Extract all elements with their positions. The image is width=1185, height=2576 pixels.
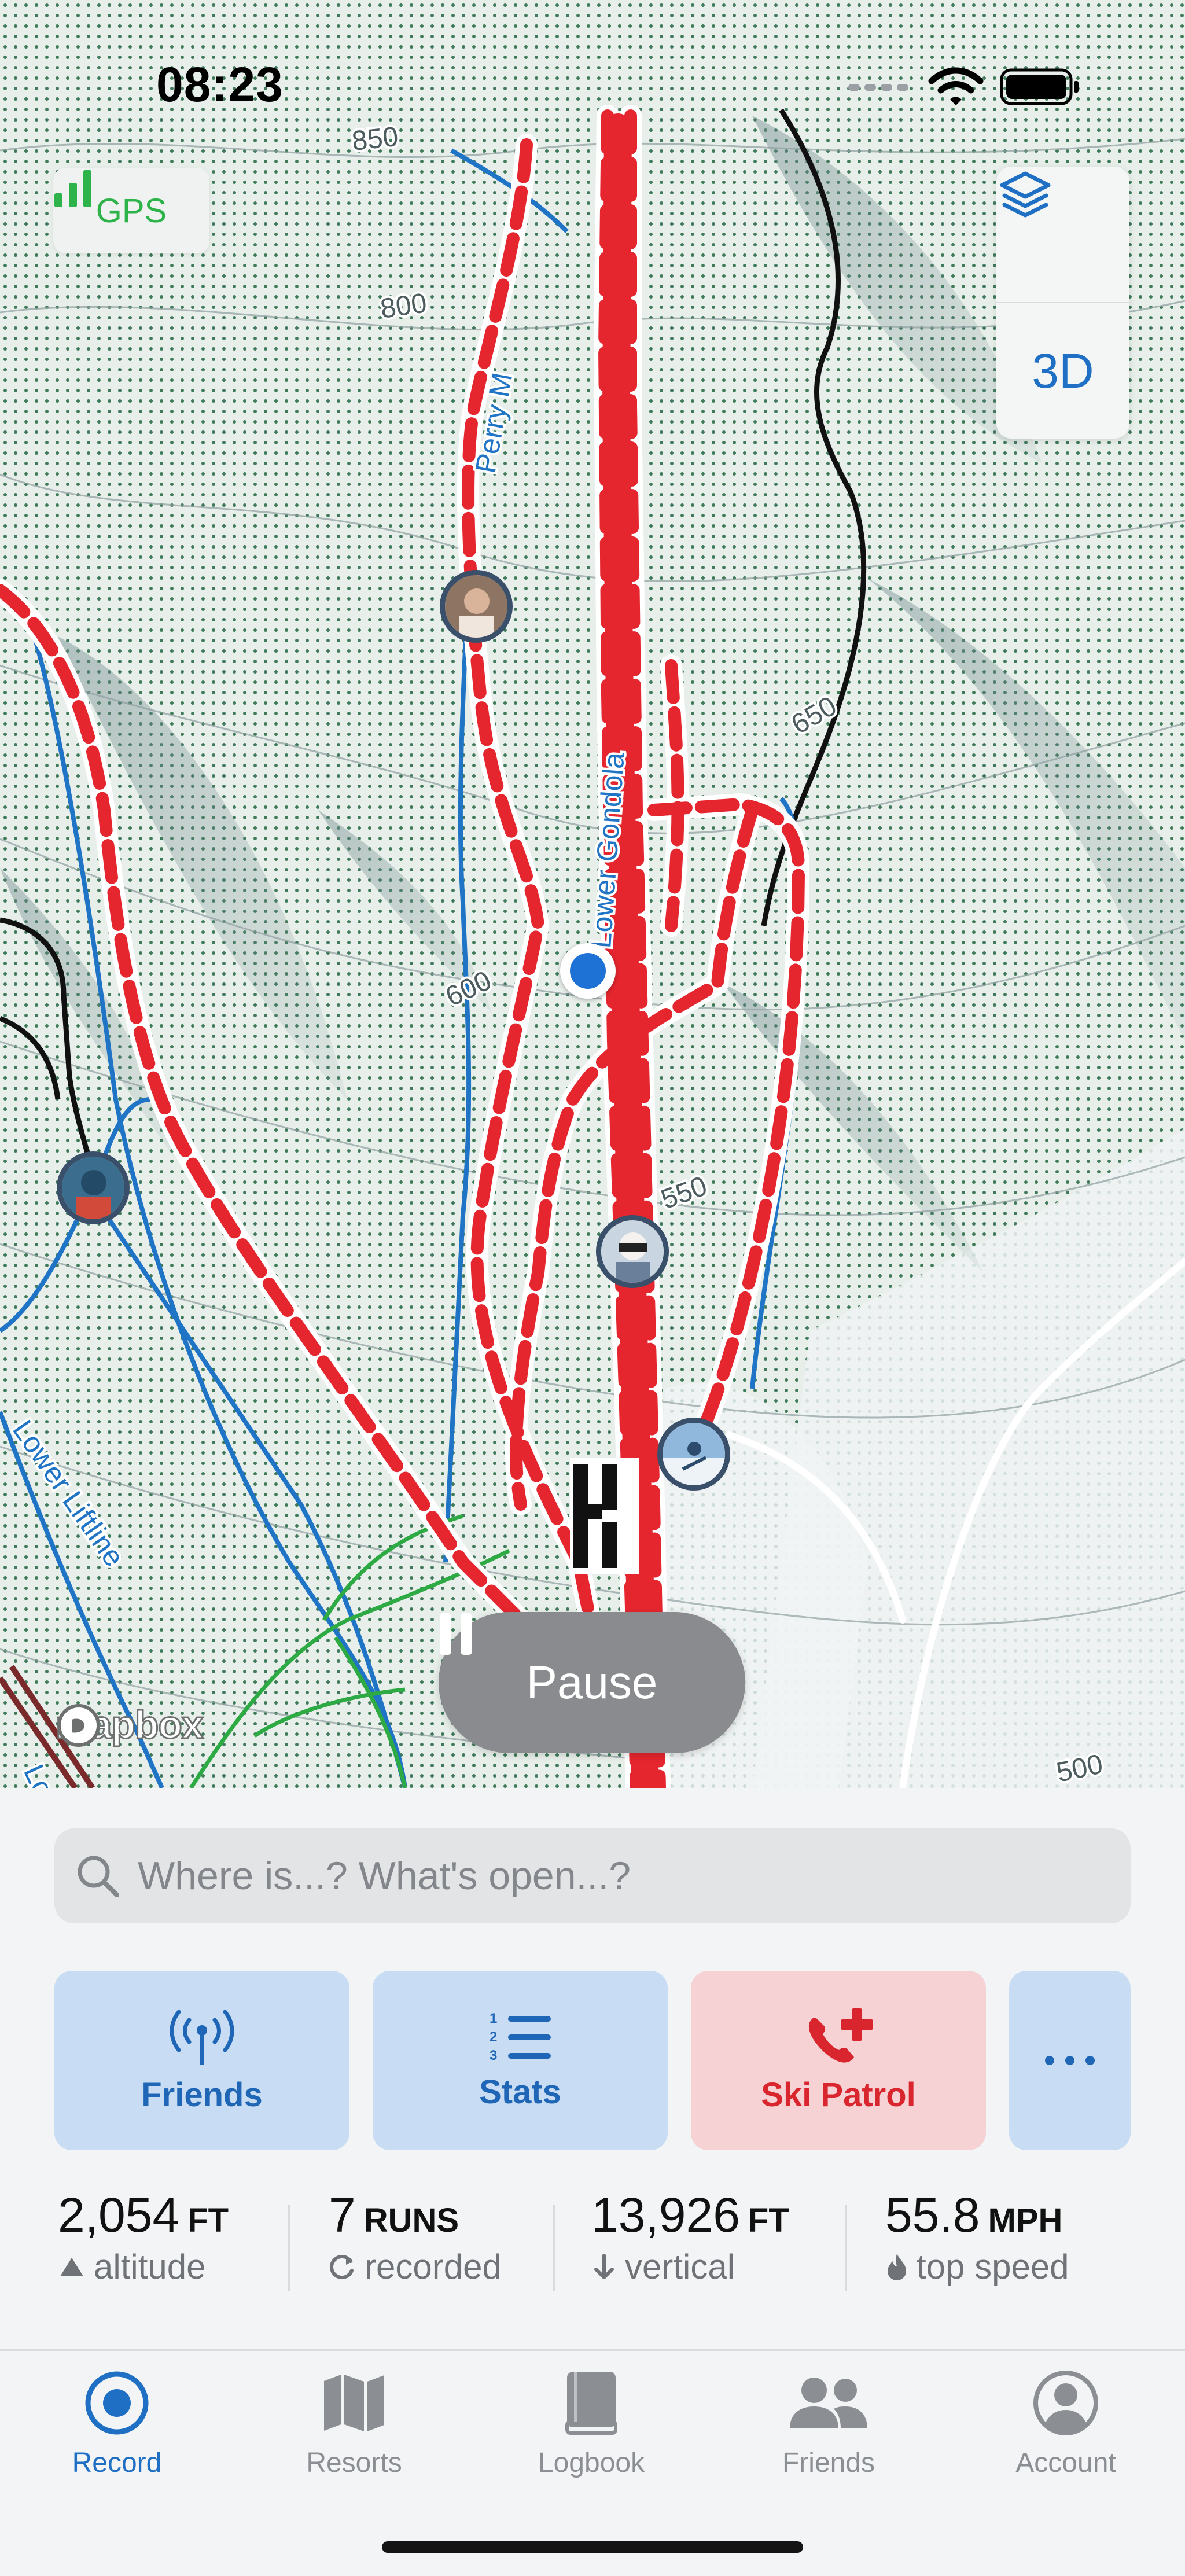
friend-avatar[interactable]	[596, 1215, 669, 1288]
layers-button[interactable]	[996, 167, 1129, 302]
pause-icon	[440, 1613, 472, 1655]
stat-vertical-value: 13,926	[591, 2188, 740, 2242]
svg-text:2: 2	[490, 2029, 497, 2045]
contour-label-850: 850	[351, 122, 400, 157]
stat-altitude: 2,054 FT altitude	[58, 2187, 229, 2303]
battery-icon	[1000, 68, 1079, 105]
tab-friends-label: Friends	[782, 2448, 875, 2478]
map-controls: 3D	[996, 167, 1129, 439]
svg-text:1: 1	[490, 2011, 497, 2026]
tab-resorts[interactable]: Resorts	[256, 2368, 452, 2479]
tab-friends[interactable]: Friends	[730, 2368, 927, 2479]
session-stats: 2,054 FT altitude 7 RUNS recorded 13,926 FT…	[0, 2187, 1185, 2303]
stat-top-speed: 55.8 MPH top speed	[885, 2187, 1069, 2303]
user-location-dot	[560, 943, 616, 999]
wifi-icon	[928, 67, 984, 105]
status-bar: 08:23	[0, 0, 1185, 122]
stat-runs-value: 7	[329, 2188, 356, 2242]
tab-resorts-label: Resorts	[306, 2448, 402, 2478]
tab-bar: Record Resorts Logbook Friends Account	[0, 2349, 1185, 2576]
stat-speed-unit: MPH	[988, 2202, 1063, 2239]
home-indicator	[382, 2541, 803, 2553]
stat-altitude-label: altitude	[94, 2247, 206, 2286]
stat-runs-label: recorded	[365, 2247, 502, 2286]
pause-label: Pause	[526, 1657, 658, 1708]
mountain-icon	[60, 2257, 83, 2276]
3d-toggle-button[interactable]: 3D	[996, 303, 1129, 439]
stat-runs: 7 RUNS recorded	[329, 2187, 502, 2303]
tab-record-label: Record	[72, 2448, 162, 2478]
book-icon	[565, 2372, 617, 2435]
search-icon	[78, 1856, 119, 1897]
stat-runs-unit: RUNS	[363, 2202, 459, 2239]
people-icon	[790, 2378, 867, 2428]
more-actions-button[interactable]	[1009, 1971, 1131, 2150]
phone-plus-icon	[808, 2008, 873, 2063]
tab-account-label: Account	[1015, 2448, 1116, 2478]
stat-vertical-label: vertical	[625, 2247, 735, 2286]
signal-bars-icon	[54, 170, 91, 207]
tab-logbook[interactable]: Logbook	[493, 2368, 690, 2479]
gps-status-badge: GPS	[53, 168, 209, 253]
friend-avatar[interactable]	[57, 1151, 130, 1224]
tab-logbook-label: Logbook	[538, 2448, 645, 2478]
friend-avatar[interactable]	[440, 570, 513, 643]
ski-patrol-action-label: Ski Patrol	[761, 2075, 916, 2114]
mapbox-logo-icon	[57, 1704, 100, 1747]
stat-speed-label: top speed	[917, 2247, 1069, 2286]
bottom-sheet: Where is...? What's open...? Friends 1 2…	[0, 1788, 1185, 2349]
broadcast-icon	[170, 2010, 234, 2065]
stats-action-button[interactable]: 1 2 3 Stats	[373, 1971, 668, 2150]
arrow-down-icon	[594, 2253, 614, 2279]
layers-icon	[1000, 171, 1051, 218]
ski-patrol-action-button[interactable]: Ski Patrol	[691, 1971, 986, 2150]
base-lodge-icon	[570, 1458, 639, 1574]
stat-vertical-unit: FT	[748, 2202, 789, 2239]
more-dots-icon	[1045, 2056, 1095, 2065]
svg-text:3: 3	[490, 2048, 497, 2062]
friends-action-button[interactable]: Friends	[54, 1971, 349, 2150]
stat-vertical: 13,926 FT vertical	[591, 2187, 789, 2303]
friend-avatar[interactable]	[657, 1418, 730, 1491]
friends-action-label: Friends	[141, 2075, 263, 2114]
cellular-dots-icon	[848, 84, 908, 91]
repeat-icon	[330, 2254, 354, 2279]
stat-altitude-unit: FT	[187, 2202, 229, 2239]
quick-actions: Friends 1 2 3 Stats Ski Patrol	[54, 1971, 1131, 2150]
stats-action-label: Stats	[479, 2073, 561, 2111]
tab-account[interactable]: Account	[967, 2368, 1164, 2479]
tab-record[interactable]: Record	[19, 2368, 215, 2479]
person-circle-icon	[1033, 2371, 1098, 2435]
3d-label: 3D	[1032, 343, 1094, 398]
record-icon	[85, 2371, 149, 2435]
stat-altitude-value: 2,054	[58, 2188, 180, 2242]
mapbox-attribution[interactable]: mapbox	[55, 1702, 205, 1748]
search-placeholder: Where is...? What's open...?	[138, 1854, 631, 1898]
map-view[interactable]: 850 800 650 600 550 500 Perry M Lower Go…	[0, 0, 1185, 1788]
numbered-list-icon: 1 2 3	[490, 2011, 551, 2062]
status-time: 08:23	[156, 57, 284, 112]
gps-label: GPS	[95, 192, 167, 230]
stat-speed-value: 55.8	[885, 2188, 980, 2242]
pause-button[interactable]: Pause	[439, 1612, 745, 1753]
contour-label-800: 800	[378, 288, 429, 325]
flame-icon	[888, 2253, 906, 2280]
map-icon	[324, 2374, 384, 2432]
search-bar[interactable]: Where is...? What's open...?	[54, 1828, 1131, 1923]
